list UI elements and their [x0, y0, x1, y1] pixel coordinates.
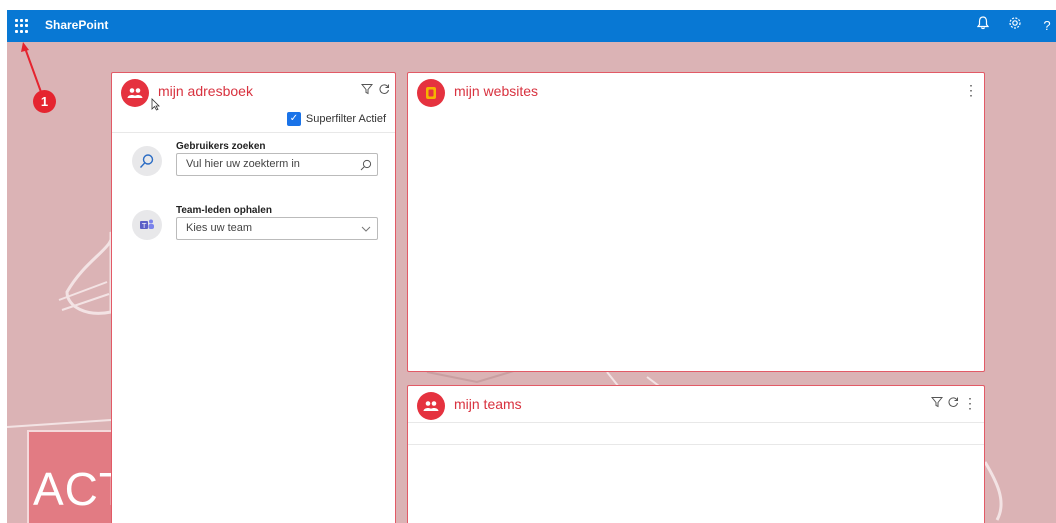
sharepoint-window: ACTA SharePoint ? 1 mijn adresboek ✓ Sup… [7, 10, 1056, 523]
refresh-icon[interactable] [378, 83, 390, 98]
search-icon [132, 146, 162, 176]
user-search-label: Gebruikers zoeken [176, 141, 266, 152]
user-search-input[interactable]: Vul hier uw zoekterm in [176, 153, 378, 176]
panel-divider [112, 132, 395, 133]
filter-icon[interactable] [930, 396, 944, 411]
website-icon [417, 79, 445, 107]
team-members-label: Team-leden ophalen [176, 205, 272, 216]
help-icon[interactable]: ? [1038, 16, 1056, 36]
top-bar: SharePoint ? [7, 10, 1056, 42]
refresh-icon[interactable] [947, 396, 959, 411]
websites-title: mijn websites [454, 83, 539, 99]
svg-text:T: T [141, 222, 147, 230]
teams-panel: mijn teams ⋮ [407, 385, 985, 523]
search-input-icon[interactable] [360, 158, 372, 176]
checkbox-checked-icon[interactable]: ✓ [286, 112, 301, 126]
bell-icon[interactable] [974, 16, 992, 36]
teams-icon: T [132, 210, 162, 240]
superfilter-label: Superfilter Actief [305, 113, 386, 125]
filter-icon[interactable] [360, 83, 374, 98]
chevron-down-icon[interactable] [361, 221, 371, 239]
more-options-icon[interactable]: ⋮ [963, 395, 977, 412]
more-options-icon[interactable]: ⋮ [964, 82, 978, 99]
adresboek-panel: mijn adresboek ✓ Superfilter Actief Gebr… [111, 72, 396, 523]
people-icon [417, 392, 445, 420]
panel-divider [408, 444, 984, 445]
panel-divider [408, 422, 984, 423]
adresboek-title: mijn adresboek [158, 83, 253, 99]
superfilter-toggle[interactable]: ✓ Superfilter Actief [286, 112, 386, 126]
annotation-marker: 1 [33, 90, 56, 113]
websites-panel: mijn websites ⋮ [407, 72, 985, 372]
acta-logo: ACTA [27, 430, 155, 523]
people-icon [121, 79, 149, 107]
mouse-cursor-icon [151, 98, 160, 114]
team-select[interactable]: Kies uw team [176, 217, 378, 240]
teams-title: mijn teams [454, 396, 522, 412]
gear-icon[interactable] [1006, 16, 1024, 36]
